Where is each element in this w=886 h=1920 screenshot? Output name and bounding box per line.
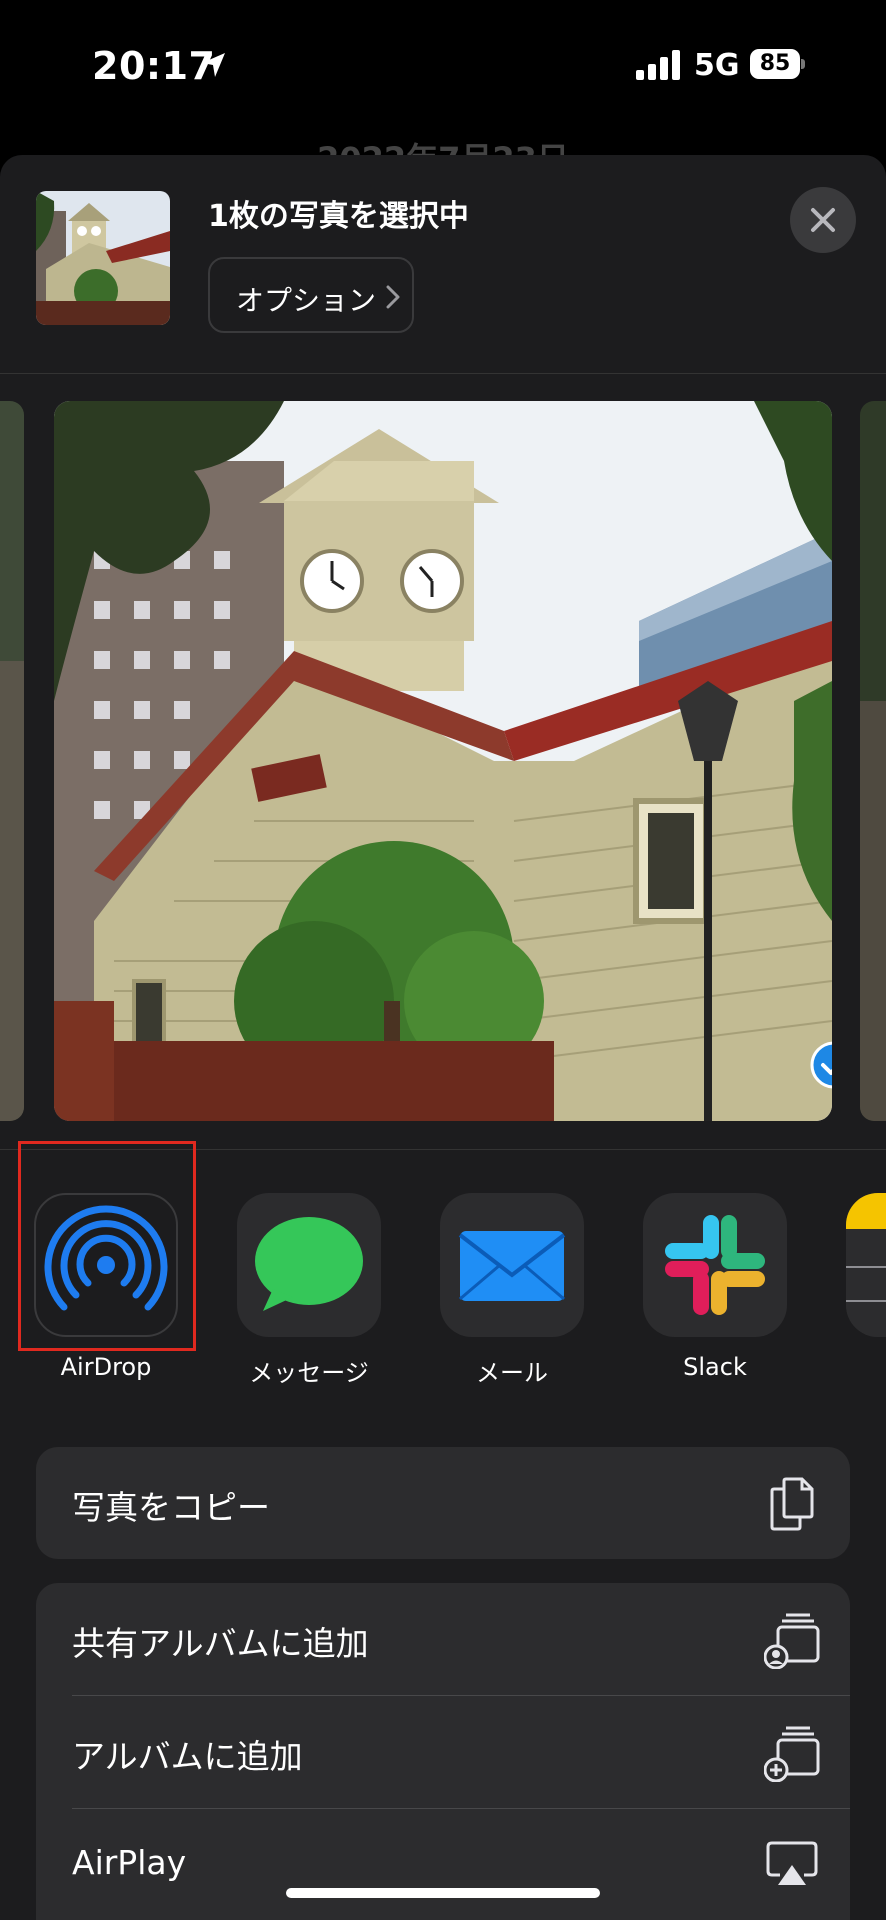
checkmark-circle-icon[interactable] [810,1041,832,1089]
airplay-icon [766,1841,818,1885]
copy-photo-row[interactable]: 写真をコピー [36,1447,850,1559]
close-button[interactable] [790,187,856,253]
airplay-row[interactable]: AirPlay [36,1809,850,1920]
previous-photo[interactable] [0,401,24,1121]
network-type: 5G [694,48,740,83]
add-shared-album-label: 共有アルバムに追加 [72,1624,369,1663]
add-album-icon [764,1726,820,1782]
header-divider [0,373,886,374]
airdrop-highlight-box [18,1141,196,1351]
selected-photo-thumbnail [36,191,170,325]
battery-level: 85 [759,51,791,76]
location-arrow-icon [202,53,225,77]
selected-photo[interactable] [54,401,832,1121]
app-label-airdrop: AirDrop [60,1353,152,1381]
shared-album-icon [764,1613,820,1669]
notes-icon [846,1193,886,1337]
add-shared-album-row[interactable]: 共有アルバムに追加 [36,1583,850,1695]
options-label: オプション [236,284,377,317]
messages-icon [237,1193,381,1337]
app-label-messages: メッセージ [249,1359,369,1387]
battery-icon: 85 [750,49,805,79]
copy-photo-label: 写真をコピー [72,1488,270,1527]
status-bar: 20:17 5G 85 [0,0,886,130]
mail-icon [440,1193,584,1337]
next-photo[interactable] [860,401,886,1121]
slack-icon [643,1193,787,1337]
share-app-row: AirDrop メッセージ メール Slack [0,1141,886,1391]
share-sheet: 1枚の写真を選択中 オプション AirDrop メッセージ メール Slack … [0,155,886,1920]
home-indicator[interactable] [286,1888,600,1898]
status-time: 20:17 [92,44,216,88]
add-album-row[interactable]: アルバムに追加 [36,1696,850,1808]
app-label-mail: メール [476,1359,548,1387]
selection-title: 1枚の写真を選択中 [208,199,469,234]
options-button[interactable]: オプション [208,257,414,333]
action-group-albums: 共有アルバムに追加 アルバムに追加 AirPlay [36,1583,850,1920]
airplay-label: AirPlay [72,1843,187,1882]
close-icon [811,208,835,232]
copy-icon [770,1477,814,1531]
chevron-right-icon [386,285,400,309]
app-label-slack: Slack [683,1353,747,1381]
add-album-label: アルバムに追加 [72,1737,303,1776]
cellular-signal-icon [636,50,680,80]
photo-carousel[interactable] [0,401,886,1121]
action-group-copy: 写真をコピー [36,1447,850,1559]
